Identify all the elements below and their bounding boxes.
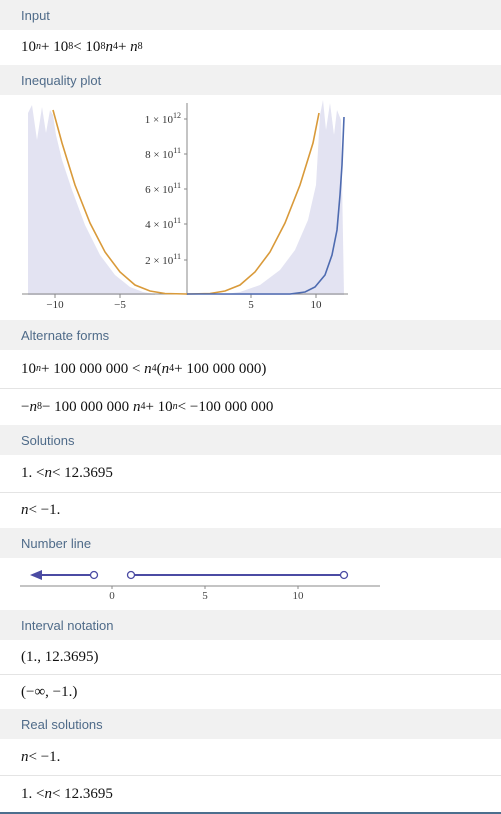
plot-y-tick-label: 4 × 1011 bbox=[145, 216, 181, 231]
plot-x-tick-label: −5 bbox=[114, 299, 126, 311]
real-solution-2: 1. < n < 12.3695 bbox=[0, 775, 501, 812]
inequality-plot: 1 × 1012 8 × 1011 6 × 1011 4 × 1011 2 × … bbox=[0, 95, 501, 320]
section-header-number-line: Number line bbox=[0, 528, 501, 558]
section-header-alternate-forms: Alternate forms bbox=[0, 320, 501, 350]
plot-x-tick-label: −10 bbox=[46, 299, 64, 311]
real-solution-1: n < −1. bbox=[0, 739, 501, 775]
number-line-tick-label: 10 bbox=[293, 590, 305, 602]
plot-y-tick-label: 8 × 1011 bbox=[145, 146, 181, 161]
plot-x-tick-label: 10 bbox=[311, 299, 323, 311]
arrow-left-icon bbox=[30, 570, 42, 580]
plot-x-tick-label: 5 bbox=[248, 299, 254, 311]
alternate-form-2: −n 8 − 100 000 000 n4 + 10 n < −100 000 00… bbox=[0, 388, 501, 425]
number-line-tick-label: 5 bbox=[202, 590, 208, 602]
solution-1: 1. < n < 12.3695 bbox=[0, 455, 501, 492]
plot-y-tick-label: 1 × 1012 bbox=[145, 111, 181, 126]
plot-shade-left bbox=[28, 105, 155, 295]
plot-y-tick-label: 2 × 1011 bbox=[145, 252, 181, 267]
open-endpoint bbox=[339, 570, 349, 580]
section-header-real-solutions: Real solutions bbox=[0, 709, 501, 739]
section-header-interval-notation: Interval notation bbox=[0, 610, 501, 640]
number-line-svg: 0 5 10 bbox=[20, 570, 380, 602]
section-header-input: Input bbox=[0, 0, 501, 30]
interval-2: (−∞, −1.) bbox=[0, 674, 501, 709]
section-header-solutions: Solutions bbox=[0, 425, 501, 455]
number-line-tick-label: 0 bbox=[109, 590, 115, 602]
number-line: 0 5 10 bbox=[0, 558, 501, 610]
section-header-inequality-plot: Inequality plot bbox=[0, 65, 501, 95]
plot-shade-right bbox=[218, 100, 344, 295]
plot-svg: 1 × 1012 8 × 1011 6 × 1011 4 × 1011 2 × … bbox=[22, 100, 348, 311]
solution-2: n < −1. bbox=[0, 492, 501, 528]
open-endpoint bbox=[89, 570, 99, 580]
plot-y-tick-label: 6 × 1011 bbox=[145, 181, 181, 196]
input-expression: 10 n + 10 8 < 10 8 n4 + n8 bbox=[0, 30, 501, 65]
alternate-form-1: 10 n + 100 000 000 < n4 (n 4 + 100 000 000… bbox=[0, 350, 501, 388]
open-endpoint bbox=[126, 570, 136, 580]
interval-1: (1., 12.3695) bbox=[0, 640, 501, 674]
results-page: Input 10 n + 10 8 < 10 8 n4 + n8 Inequality… bbox=[0, 0, 501, 814]
